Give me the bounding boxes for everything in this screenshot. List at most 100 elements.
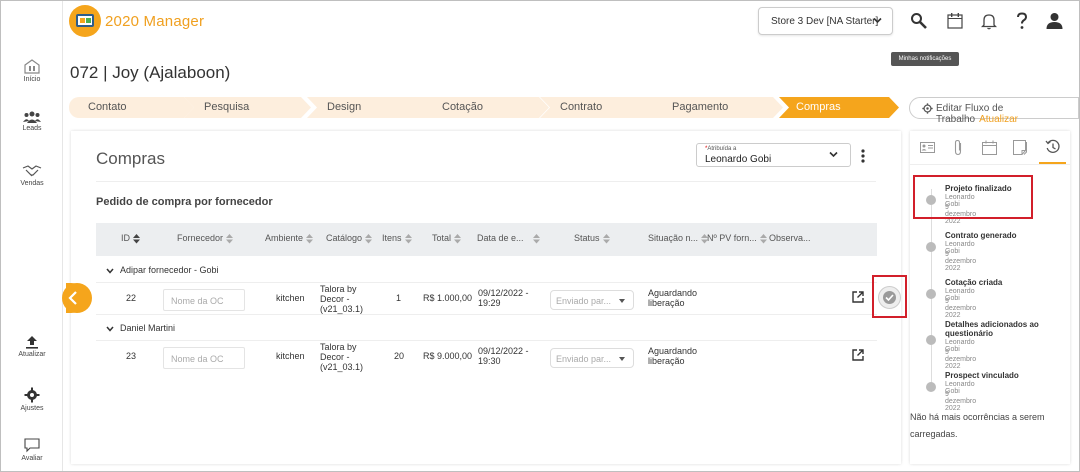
nav-label-ajustes: Ajustes [20,405,44,412]
user-icon[interactable] [1046,12,1063,30]
table-row: 22 Nome da OC kitchen Talora by Decor - … [96,283,877,315]
group-name: Adipar fornecedor - Gobi [120,265,219,275]
nav-item-ajustes[interactable]: Ajustes [1,387,63,412]
app-logo[interactable] [69,5,101,37]
nav-label-atualizar: Atualizar [18,351,46,358]
timeline-dot [926,382,936,392]
nav-label-vendas: Vendas [20,180,44,187]
calendar-icon[interactable] [982,140,997,155]
event-date: 9 dezembro 2022 [945,298,977,319]
nav-label-leads: Leads [22,125,42,132]
col-data-label: Data de e... [477,233,524,243]
workflow-stepper: Contato Pesquisa Design Cotação Contrato… [69,97,899,118]
step-compras[interactable]: Compras [779,97,899,118]
nav-item-inicio[interactable]: Início [1,58,63,83]
open-external-icon[interactable] [852,291,864,303]
store-selector[interactable]: Store 3 Dev [NA Starter] [758,7,893,35]
event-title: Contrato generado [945,231,1017,240]
oc-name-input[interactable]: Nome da OC [163,347,245,369]
status-select[interactable]: Enviado par... [550,348,634,368]
col-pv-label: Nº PV forn... [707,233,757,243]
col-catalogo[interactable]: Catálogo [326,233,373,244]
notes-icon[interactable] [1013,140,1028,155]
people-icon [23,111,41,123]
step-contrato[interactable]: Contrato [540,97,667,118]
nav-item-leads[interactable]: Leads [1,111,63,132]
group-row[interactable]: Daniel Martini [96,315,877,341]
col-total-label: Total [432,233,452,243]
sort-icon [133,234,140,244]
panel-title: Compras [96,149,165,168]
contact-card-icon[interactable] [920,142,935,153]
col-ambiente-label: Ambiente [265,233,304,243]
status-select-value: Enviado par... [556,296,612,306]
col-status[interactable]: Status [574,233,611,244]
highlight-box [913,175,1033,219]
cell-situacao: Aguardando liberação [648,346,698,366]
step-pesquisa[interactable]: Pesquisa [184,97,311,118]
chevron-down-icon [873,17,882,24]
group-row[interactable]: Adipar fornecedor - Gobi [96,257,877,283]
cell-data: 09/12/2022 - 19:29 [478,288,529,308]
sort-icon [759,234,767,244]
cell-total: R$ 9.000,00 [423,351,473,361]
edit-workflow-button[interactable]: Editar Fluxo de Trabalho Atualizar [909,97,1079,125]
cell-situacao: Aguardando liberação [648,288,698,308]
page-title: 072 | Joy (Ajalaboon) [70,63,231,82]
timeline-dot [926,289,936,299]
event-title: Detalhes adicionados ao questionário [945,320,1039,338]
assignee-select[interactable]: *Atribuída a Leonardo Gobi [696,143,851,167]
chevron-left-icon [68,291,77,305]
bell-icon[interactable] [981,12,997,30]
more-options-icon[interactable] [861,149,865,163]
chevron-down-icon [106,268,114,274]
sort-icon [306,234,314,244]
col-itens[interactable]: Itens [382,233,413,244]
assignee-value: Leonardo Gobi [705,154,772,165]
group-name: Daniel Martini [120,323,176,333]
nav-item-atualizar[interactable]: Atualizar [1,335,63,358]
cell-id: 22 [126,293,137,303]
step-design[interactable]: Design [307,97,434,118]
home-icon [24,59,40,74]
col-data[interactable]: Data de e... [477,233,541,244]
search-icon[interactable] [910,12,928,30]
col-pv-fornecedor[interactable]: Nº PV forn... [707,233,768,244]
divider [96,181,876,182]
cell-ambiente: kitchen [276,351,305,361]
attachment-icon[interactable] [953,139,963,156]
step-contato[interactable]: Contato [69,97,194,118]
workflow-update-link[interactable]: Atualizar [979,114,1018,125]
calendar-icon[interactable] [947,12,963,29]
cell-catalogo: Talora by Decor - (v21_03.1) [320,284,364,314]
col-total[interactable]: Total [432,233,462,244]
col-situacao[interactable]: Situação n... [648,233,709,244]
event-date: 9 dezembro 2022 [945,251,977,272]
col-observacoes[interactable]: Observa... [769,233,811,243]
oc-name-input[interactable]: Nome da OC [163,289,245,311]
gear-icon [922,103,933,114]
cell-ambiente: kitchen [276,293,305,303]
history-icon[interactable] [1045,139,1061,155]
nav-item-avaliar[interactable]: Avaliar [1,438,63,462]
nav-item-vendas[interactable]: Vendas [1,164,63,187]
cell-catalogo: Talora by Decor - (v21_03.1) [320,342,364,372]
col-ambiente[interactable]: Ambiente [265,233,314,244]
status-select[interactable]: Enviado par... [550,290,634,310]
highlight-box [872,275,907,318]
step-pagamento[interactable]: Pagamento [652,97,783,118]
side-nav: Início Leads Vendas Atualizar Ajustes Av… [1,1,63,471]
table-header: ID Fornecedor Ambiente Catálogo Itens To… [96,223,877,256]
col-fornecedor[interactable]: Fornecedor [177,233,234,244]
cell-total: R$ 1.000,00 [423,293,473,303]
event-title: Cotação criada [945,278,1003,287]
help-icon[interactable] [1016,12,1028,30]
col-id[interactable]: ID [121,233,141,244]
col-situacao-label: Situação n... [648,233,699,243]
event-title: Prospect vinculado [945,371,1019,380]
step-cotacao[interactable]: Cotação [422,97,549,118]
collapse-panel-button[interactable] [62,283,92,313]
open-external-icon[interactable] [852,349,864,361]
sort-icon [365,234,373,244]
col-status-label: Status [574,233,600,243]
